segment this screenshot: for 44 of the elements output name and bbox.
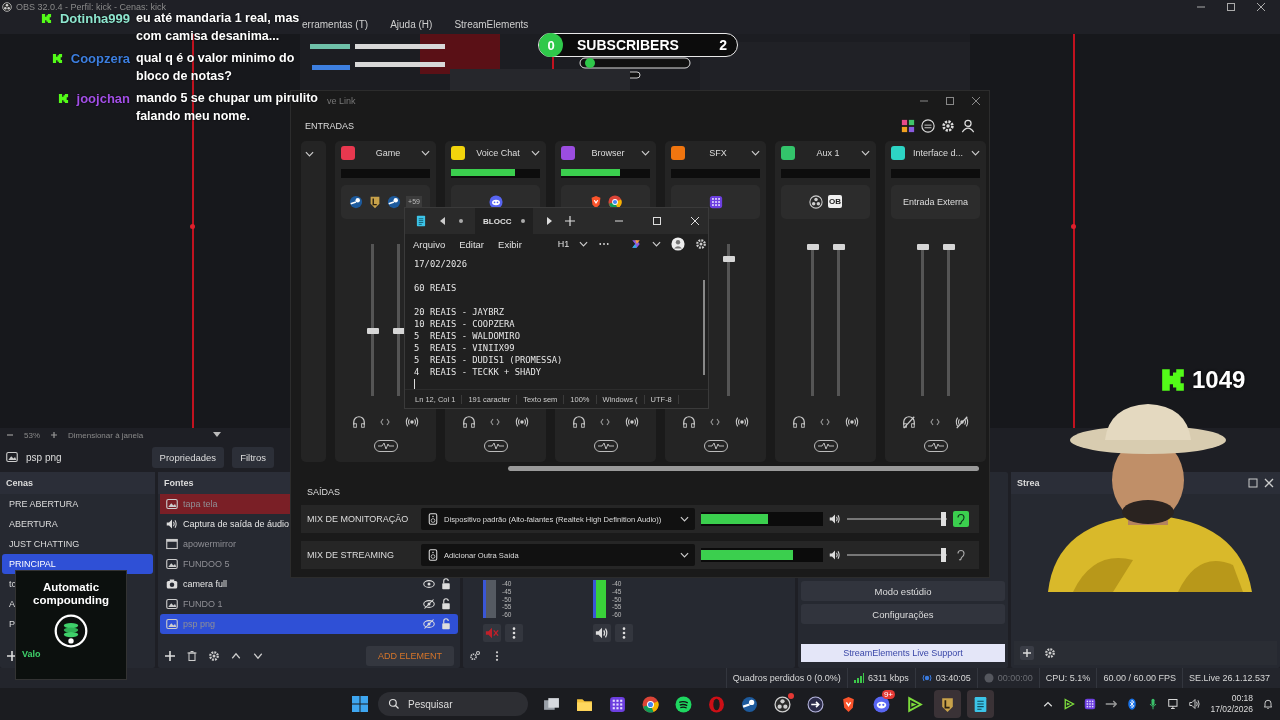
section-title: ENTRADAS	[305, 120, 354, 131]
status-text: Quadros perdidos 0 (0.0%)	[732, 673, 841, 683]
source-name: apowermirror	[183, 539, 236, 549]
subscriber-label: SUBSCRIBERS	[577, 37, 680, 53]
channel-name: SFX	[708, 147, 728, 158]
app-label: OB	[828, 195, 842, 209]
status-text: CPU: 5.1%	[1045, 673, 1091, 683]
notification-badge: 9+	[881, 690, 895, 699]
status-text: 6311 kbps	[867, 673, 909, 683]
panel-title: Strea	[1017, 477, 1040, 490]
status-text: 60.00 / 60.00 FPS	[1103, 673, 1176, 683]
status-text: 03:40:05	[935, 673, 971, 683]
zoom-level: 53%	[24, 430, 40, 440]
clock-date: 17/02/2026	[1210, 704, 1253, 715]
chat-message: eu até mandaria 1 real, mas com camisa desanima...	[136, 10, 300, 45]
chat-username: Coopzera	[70, 50, 130, 66]
channel-name: Interface d...	[912, 147, 964, 158]
source-name: psp png	[183, 619, 216, 629]
subscriber-count: 0	[539, 33, 563, 57]
panel-title: Cenas	[0, 472, 155, 494]
channel-name: Browser	[590, 147, 626, 158]
window-title: OBS 32.0.4 - Perfil: kick - Cenas: kick	[16, 2, 167, 12]
channel-name: Game	[374, 147, 402, 158]
status-text: SE.Live 26.1.12.537	[1188, 673, 1270, 683]
chat-username: Dotinha999	[59, 10, 130, 26]
input-source-label: Entrada Externa	[902, 196, 968, 207]
clock-time: 00:18	[1231, 693, 1253, 704]
source-name: Captura de saída de áudio	[183, 519, 290, 529]
source-name: FUNDOO 5	[183, 559, 230, 569]
brand-name: Valo	[22, 649, 41, 659]
ad-headline: Automatic compounding	[32, 581, 110, 607]
output-name: MIX DE MONITORAÇÃO	[307, 514, 410, 525]
chat-username: joojchan	[76, 90, 130, 106]
channel-name: Voice Chat	[475, 147, 521, 158]
output-name: MIX DE STREAMING	[307, 550, 395, 561]
channel-name: Aux 1	[815, 147, 841, 158]
window-title: ve Link	[327, 95, 356, 106]
source-name: camera full	[183, 579, 227, 589]
follower-count: 1049	[1192, 366, 1246, 394]
source-name: tapa tela	[183, 499, 218, 509]
source-name: FUNDO 1	[183, 599, 223, 609]
subscriber-goal: 2	[719, 37, 727, 53]
status-text: 00:00:00	[997, 673, 1033, 683]
selected-source-name: psp png	[26, 451, 62, 463]
